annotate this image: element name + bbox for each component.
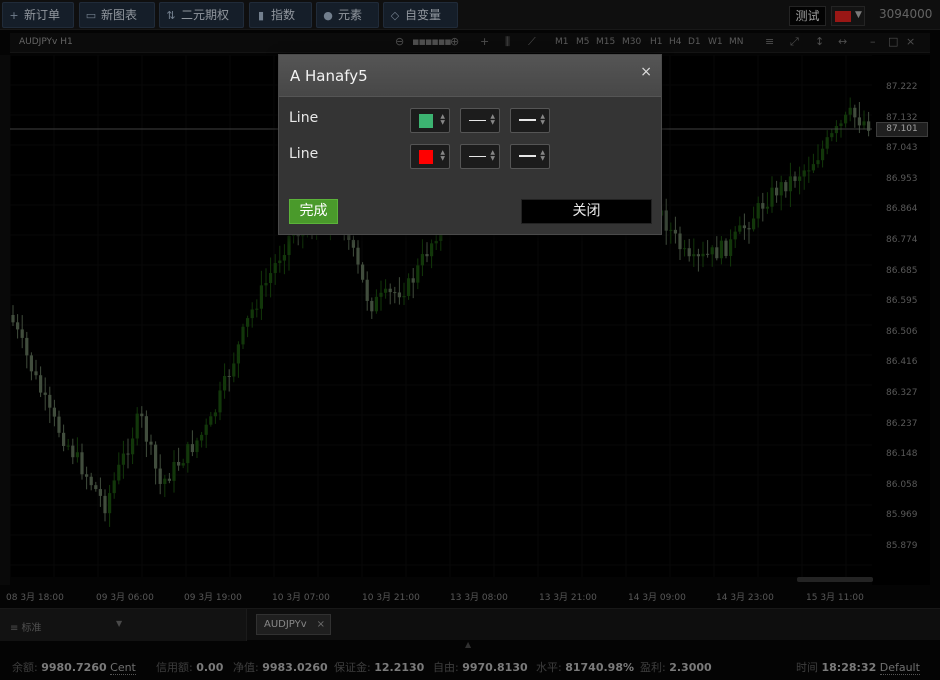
line-1-color-swatch: [419, 114, 433, 128]
line-1-color-picker[interactable]: ▲ ▼: [410, 108, 450, 133]
line-style-icon: [469, 120, 486, 121]
indicator-settings-dialog: A Hanafy5 × Line ▲ ▼ ▲ ▼ ▲ ▼ Line ▲ ▼ ▲ ▼ ▲ ▼ …: [278, 54, 662, 235]
spinner-arrows-icon: ▲ ▼: [490, 149, 495, 162]
done-button[interactable]: 完成: [289, 199, 338, 224]
line-2-color-swatch: [419, 150, 433, 164]
line-1-style-select[interactable]: ▲ ▼: [460, 108, 500, 133]
spinner-arrows-icon: ▲ ▼: [490, 113, 495, 126]
line-2-width-select[interactable]: ▲ ▼: [510, 144, 550, 169]
spinner-arrows-icon: ▲ ▼: [540, 113, 545, 126]
line-1-width-select[interactable]: ▲ ▼: [510, 108, 550, 133]
line-width-icon: [519, 155, 536, 157]
line-width-icon: [519, 119, 536, 121]
line-2-style-select[interactable]: ▲ ▼: [460, 144, 500, 169]
line-1-label: Line: [289, 110, 319, 126]
close-button[interactable]: 关闭: [521, 199, 652, 224]
spinner-arrows-icon: ▲ ▼: [540, 149, 545, 162]
line-2-color-picker[interactable]: ▲ ▼: [410, 144, 450, 169]
line-2-label: Line: [289, 146, 319, 162]
spinner-arrows-icon: ▲ ▼: [440, 113, 445, 126]
spinner-arrows-icon: ▲ ▼: [440, 149, 445, 162]
line-style-icon: [469, 156, 486, 157]
dialog-title: A Hanafy5: [290, 67, 368, 85]
dialog-close-icon[interactable]: ×: [640, 64, 652, 80]
dialog-title-bar[interactable]: A Hanafy5 ×: [279, 55, 661, 97]
